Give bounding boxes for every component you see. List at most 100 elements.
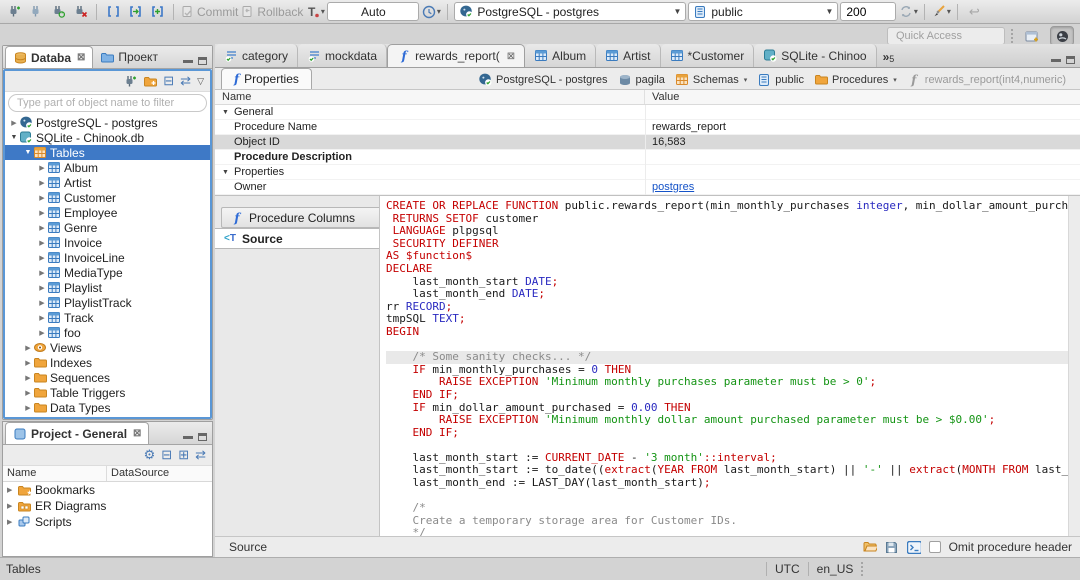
- close-icon[interactable]: ⊠: [77, 52, 85, 63]
- tree-expanded-icon[interactable]: ▼: [222, 169, 234, 176]
- dbeaver-perspective-button[interactable]: [1050, 26, 1074, 46]
- tab-projects[interactable]: Проект: [93, 46, 165, 68]
- disconnect-button[interactable]: [70, 2, 90, 22]
- maximize-icon[interactable]: [1066, 56, 1075, 64]
- dropdown-icon[interactable]: ▾: [893, 76, 897, 84]
- property-row-procedure-description[interactable]: Procedure Description: [215, 150, 1080, 165]
- status-locale[interactable]: en_US: [817, 562, 854, 576]
- maximize-icon[interactable]: [198, 433, 207, 441]
- column-name[interactable]: Name: [3, 466, 107, 481]
- view-menu-icon[interactable]: ▽: [197, 76, 204, 87]
- tree-item-sequences[interactable]: ▶ Sequences: [5, 370, 210, 385]
- open-perspective-button[interactable]: [1020, 26, 1044, 46]
- fetch-size-input[interactable]: [840, 2, 897, 21]
- commit-mode-select[interactable]: Auto: [327, 2, 420, 21]
- omit-header-checkbox[interactable]: [928, 541, 941, 553]
- quick-access-input[interactable]: [887, 27, 1005, 45]
- new-folder-icon[interactable]: [143, 75, 157, 88]
- close-icon[interactable]: ⊠: [133, 428, 141, 439]
- sql-editor-button[interactable]: [103, 2, 123, 22]
- editor-tab--customer[interactable]: *Customer: [660, 44, 755, 67]
- dropdown-icon[interactable]: ▾: [744, 76, 748, 84]
- breadcrumb-item-public[interactable]: public: [757, 73, 804, 86]
- tree-item-employee[interactable]: ▶ Employee: [5, 205, 210, 220]
- tree-collapsed-icon[interactable]: ▶: [37, 314, 47, 322]
- tree-collapsed-icon[interactable]: ▶: [7, 502, 17, 510]
- tree-expanded-icon[interactable]: ▼: [23, 149, 33, 156]
- tree-collapsed-icon[interactable]: ▶: [23, 344, 33, 352]
- tree-item-indexes[interactable]: ▶ Indexes: [5, 355, 210, 370]
- tree-collapsed-icon[interactable]: ▶: [23, 389, 33, 397]
- sync-data-button[interactable]: ▾: [898, 2, 918, 22]
- tree-item-data-types[interactable]: ▶ Data Types: [5, 400, 210, 415]
- tree-collapsed-icon[interactable]: ▶: [23, 374, 33, 382]
- tree-item-sqlite-chinook-db[interactable]: ▼ SQLite - Chinook.db: [5, 130, 210, 145]
- source-code[interactable]: CREATE OR REPLACE FUNCTION public.reward…: [380, 196, 1068, 536]
- new-connection-icon[interactable]: [123, 75, 137, 88]
- maximize-icon[interactable]: [198, 57, 207, 65]
- tree-collapsed-icon[interactable]: ▶: [23, 359, 33, 367]
- tree-item-track[interactable]: ▶ Track: [5, 310, 210, 325]
- property-row-owner[interactable]: Owner postgres: [215, 180, 1080, 195]
- grid-column-name[interactable]: Name: [215, 90, 645, 104]
- active-schema-select[interactable]: public ▼: [688, 2, 839, 21]
- link-editor-icon[interactable]: ⇄: [180, 73, 191, 89]
- tree-collapsed-icon[interactable]: ▶: [37, 194, 47, 202]
- tree-collapsed-icon[interactable]: ▶: [7, 486, 17, 494]
- tree-item-artist[interactable]: ▶ Artist: [5, 175, 210, 190]
- tree-item-genre[interactable]: ▶ Genre: [5, 220, 210, 235]
- object-filter-input[interactable]: [8, 94, 207, 112]
- tree-item-invoiceline[interactable]: ▶ InvoiceLine: [5, 250, 210, 265]
- tree-expanded-icon[interactable]: ▼: [222, 109, 234, 116]
- tab-overflow-button[interactable]: » 5: [877, 50, 901, 67]
- editor-tab-rewards-report-[interactable]: f rewards_report(⊠: [387, 44, 526, 67]
- tab-properties[interactable]: f Properties: [221, 68, 312, 89]
- transaction-history-button[interactable]: ▾: [421, 2, 441, 22]
- save-to-file-icon[interactable]: [885, 541, 899, 554]
- subtab-procedure-columns[interactable]: f Procedure Columns: [221, 207, 379, 228]
- project-item-er-diagrams[interactable]: ▶ ER Diagrams: [3, 498, 212, 514]
- tree-item-foo[interactable]: ▶ foo: [5, 325, 210, 340]
- editor-tab-artist[interactable]: Artist: [596, 44, 661, 67]
- editor-tab-category[interactable]: category: [215, 44, 299, 67]
- tree-collapsed-icon[interactable]: ▶: [37, 269, 47, 277]
- open-console-icon[interactable]: [906, 540, 921, 554]
- tree-item-views[interactable]: ▶ Views: [5, 340, 210, 355]
- code-scrollbar[interactable]: [1068, 196, 1080, 536]
- editor-tab-album[interactable]: Album: [525, 44, 597, 67]
- link-editor-icon[interactable]: ⇄: [195, 447, 206, 463]
- tree-collapsed-icon[interactable]: ▶: [37, 284, 47, 292]
- tree-item-invoice[interactable]: ▶ Invoice: [5, 235, 210, 250]
- project-item-bookmarks[interactable]: ▶ ★ Bookmarks: [3, 482, 212, 498]
- close-icon[interactable]: ⊠: [507, 51, 515, 62]
- gear-icon[interactable]: ⚙: [144, 447, 156, 463]
- tree-collapsed-icon[interactable]: ▶: [9, 119, 19, 127]
- rollback-button[interactable]: Rollback: [240, 2, 303, 22]
- open-sql-script-button[interactable]: [125, 2, 145, 22]
- property-row-procedure-name[interactable]: Procedure Name rewards_report: [215, 120, 1080, 135]
- active-connection-select[interactable]: PostgreSQL - postgres ▼: [454, 2, 687, 21]
- breadcrumb-item-postgresql-postgres[interactable]: PostgreSQL - postgres: [478, 73, 608, 86]
- tree-item-tables[interactable]: ▼ Tables: [5, 145, 210, 160]
- owner-link[interactable]: postgres: [652, 181, 694, 193]
- status-timezone[interactable]: UTC: [775, 562, 800, 576]
- tab-project-general[interactable]: Project - General ⊠: [5, 422, 150, 444]
- project-item-scripts[interactable]: ▶ Scripts: [3, 514, 212, 530]
- commit-button[interactable]: Commit: [180, 2, 238, 22]
- tree-item-customer[interactable]: ▶ Customer: [5, 190, 210, 205]
- expand-all-icon[interactable]: ⊞: [178, 447, 189, 463]
- subtab-source[interactable]: <T Source: [215, 228, 379, 249]
- tree-item-mediatype[interactable]: ▶ MediaType: [5, 265, 210, 280]
- new-sql-editor-button[interactable]: [147, 2, 167, 22]
- breadcrumb-item-procedures[interactable]: Procedures ▾: [814, 73, 897, 86]
- grid-column-value[interactable]: Value: [645, 90, 686, 104]
- tree-item-playlisttrack[interactable]: ▶ PlaylistTrack: [5, 295, 210, 310]
- tree-item-postgresql-postgres[interactable]: ▶ PostgreSQL - postgres: [5, 115, 210, 130]
- collapse-all-icon[interactable]: ⊟: [161, 447, 172, 463]
- tree-collapsed-icon[interactable]: ▶: [37, 179, 47, 187]
- column-datasource[interactable]: DataSource: [107, 466, 173, 481]
- tree-collapsed-icon[interactable]: ▶: [37, 329, 47, 337]
- transaction-log-button[interactable]: T ▾: [305, 2, 325, 22]
- tree-item-playlist[interactable]: ▶ Playlist: [5, 280, 210, 295]
- minimize-icon[interactable]: [183, 59, 193, 63]
